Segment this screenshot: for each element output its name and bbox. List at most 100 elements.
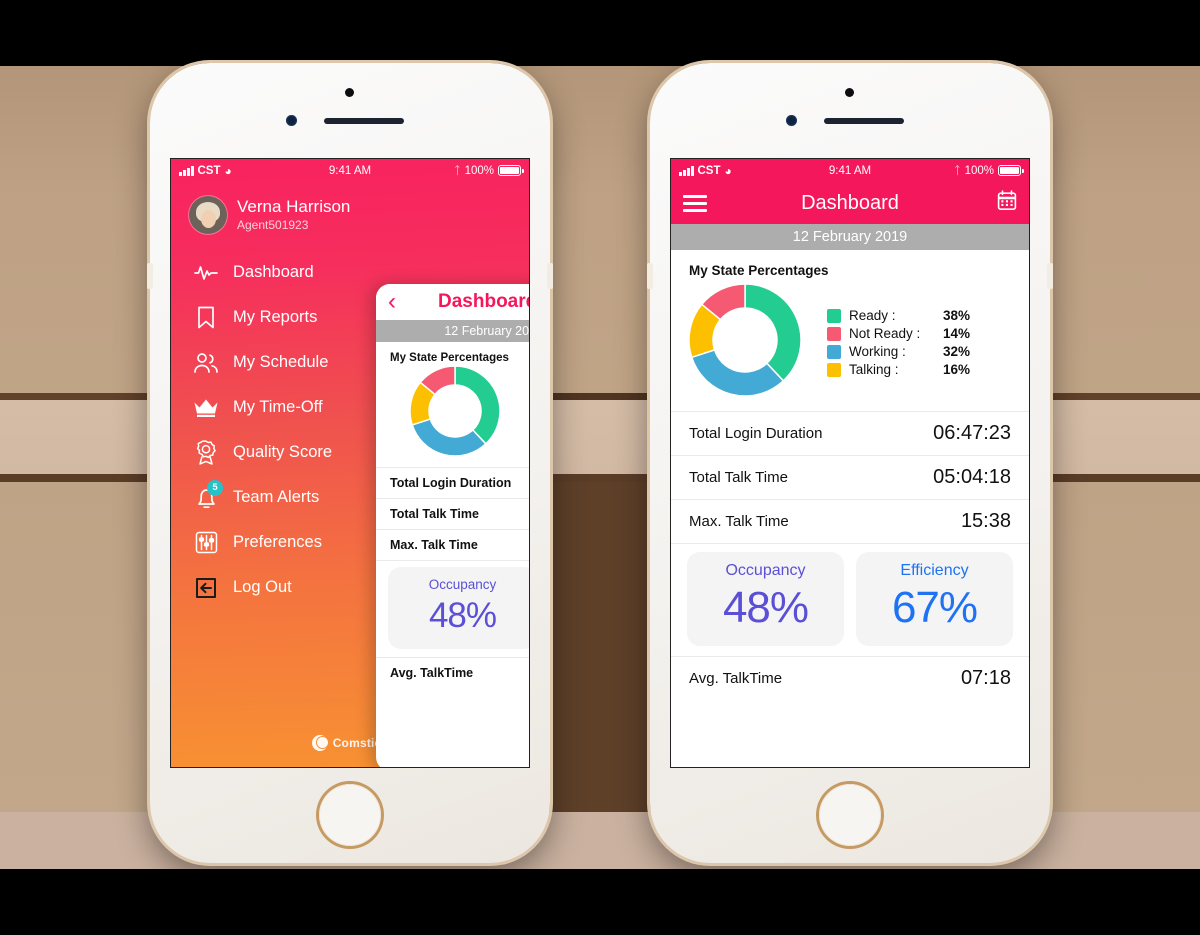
card-value: 48% bbox=[428, 596, 497, 635]
screen-left: CST ◕ 9:41 AM ᛏ 100% Verna Harrison Agen… bbox=[170, 158, 530, 768]
donut-slice-ready bbox=[454, 365, 501, 445]
legend-label: Talking : bbox=[849, 362, 899, 377]
date-bar[interactable]: 12 February 2019 bbox=[671, 224, 1029, 250]
people-icon bbox=[193, 350, 219, 376]
legend-item: Talking : 16% bbox=[827, 362, 970, 377]
occupancy-card[interactable]: Occupancy 48% bbox=[687, 552, 844, 646]
power-button[interactable] bbox=[1047, 263, 1053, 289]
earpiece-icon bbox=[324, 118, 404, 124]
sidebar-item-label: My Schedule bbox=[233, 353, 329, 371]
volume-button[interactable] bbox=[147, 263, 153, 289]
volume-button[interactable] bbox=[647, 263, 653, 289]
stat-row-total-talk-time: Total Talk Time 05:04:18 bbox=[671, 455, 1029, 499]
bluetooth-icon: ᛏ bbox=[453, 164, 461, 177]
earpiece-icon bbox=[824, 118, 904, 124]
home-button[interactable] bbox=[819, 784, 881, 846]
legend-swatch-ready bbox=[827, 308, 841, 323]
donut-slice-working bbox=[690, 348, 785, 397]
home-button[interactable] bbox=[319, 784, 381, 846]
stat-row-total-login-duration: Total Login Duration 06:47:23 bbox=[671, 411, 1029, 455]
bell-icon: 5 bbox=[193, 479, 223, 511]
card-label: Occupancy bbox=[725, 562, 806, 579]
dashboard-peek-panel[interactable]: ‹ Dashboard 12 February 2019 My State Pe… bbox=[376, 284, 530, 767]
legend-value: 14% bbox=[943, 326, 971, 341]
battery-percent: 100% bbox=[464, 164, 494, 177]
legend-swatch-not-ready bbox=[827, 326, 841, 341]
sidebar-item-label: My Time-Off bbox=[233, 398, 323, 416]
sidebar-item-label: Team Alerts bbox=[233, 488, 320, 506]
user-id: Agent501923 bbox=[237, 217, 309, 232]
state-percentages-donut-chart bbox=[688, 283, 802, 401]
hamburger-icon[interactable] bbox=[683, 194, 707, 212]
power-button[interactable] bbox=[547, 263, 553, 289]
stat-value: 15:38 bbox=[960, 510, 1011, 532]
legend-item: Not Ready : 14% bbox=[827, 326, 970, 341]
stat-row-avg-talktime: Avg. TalkTime 07:18 bbox=[671, 656, 1029, 700]
avatar bbox=[189, 196, 227, 234]
card-label: Occupancy bbox=[428, 577, 497, 592]
peek-metric-cards: Occupancy 48% bbox=[376, 560, 529, 657]
battery-icon bbox=[998, 165, 1024, 176]
efficiency-card[interactable]: Efficiency 67% bbox=[856, 552, 1013, 646]
card-value: 48% bbox=[722, 583, 809, 632]
sidebar-item-label: Preferences bbox=[233, 533, 322, 551]
section-title: My State Percentages bbox=[689, 263, 829, 278]
chart-legend: Ready : 38% Not Ready : 14% Working : 32… bbox=[827, 305, 970, 380]
legend-value: 38% bbox=[943, 308, 971, 323]
donut-slice-ready bbox=[744, 283, 802, 382]
front-camera-icon bbox=[786, 115, 797, 126]
sidebar-item-label: Log Out bbox=[233, 578, 292, 596]
crown-icon bbox=[193, 395, 219, 421]
front-camera-icon bbox=[286, 115, 297, 126]
state-percentages-donut-chart bbox=[409, 365, 529, 461]
legend-value: 32% bbox=[943, 344, 971, 359]
sliders-icon bbox=[193, 530, 219, 556]
battery-percent: 100% bbox=[964, 164, 994, 177]
page-title: Dashboard bbox=[801, 191, 899, 214]
award-icon bbox=[193, 440, 219, 466]
stat-value: 06:47:23 bbox=[933, 422, 1011, 444]
alerts-badge: 5 bbox=[207, 479, 223, 496]
phone-left: CST ◕ 9:41 AM ᛏ 100% Verna Harrison Agen… bbox=[147, 63, 553, 863]
legend-item: Ready : 38% bbox=[827, 308, 970, 323]
stat-value: 05:04:18 bbox=[933, 466, 1011, 488]
legend-label: Not Ready : bbox=[849, 326, 921, 341]
sidebar-item-label: My Reports bbox=[233, 308, 318, 326]
metric-cards: Occupancy 48% Efficiency 67% bbox=[671, 543, 1029, 656]
stat-label: Total Login Duration bbox=[390, 476, 512, 490]
sidebar-item-label: Quality Score bbox=[233, 443, 333, 461]
stat-label: Total Login Duration bbox=[689, 425, 823, 442]
peek-navbar: ‹ Dashboard bbox=[376, 284, 530, 320]
stat-label: Avg. TalkTime bbox=[689, 670, 783, 687]
legend-label: Working : bbox=[849, 344, 906, 359]
card-label: Efficiency bbox=[900, 562, 969, 579]
occupancy-card[interactable]: Occupancy 48% bbox=[388, 567, 529, 649]
app-navbar: Dashboard bbox=[671, 182, 1029, 224]
legend-value: 16% bbox=[943, 362, 971, 377]
user-profile[interactable]: Verna Harrison Agent501923 bbox=[171, 182, 529, 234]
screen-right: CST ◕ 9:41 AM ᛏ 100% Dashboard 12 Februa… bbox=[670, 158, 1030, 768]
status-bar: CST ◕ 9:41 AM ᛏ 100% bbox=[671, 159, 1029, 182]
legend-item: Working : 32% bbox=[827, 344, 970, 359]
stat-label: Max. Talk Time bbox=[390, 538, 478, 552]
legend-swatch-talking bbox=[827, 362, 841, 377]
phone-right: CST ◕ 9:41 AM ᛏ 100% Dashboard 12 Februa… bbox=[647, 63, 1053, 863]
chevron-left-icon[interactable]: ‹ bbox=[388, 290, 396, 314]
stat-label: Avg. TalkTime bbox=[390, 666, 474, 680]
battery-icon bbox=[498, 165, 524, 176]
card-value: 67% bbox=[891, 583, 978, 632]
donut-slice-working bbox=[411, 418, 487, 457]
status-bar: CST ◕ 9:41 AM ᛏ 100% bbox=[171, 159, 529, 182]
proximity-sensor-icon bbox=[845, 88, 854, 97]
bookmark-icon bbox=[193, 305, 219, 331]
proximity-sensor-icon bbox=[345, 88, 354, 97]
pulse-icon bbox=[193, 260, 219, 286]
logout-icon bbox=[193, 575, 219, 601]
legend-label: Ready : bbox=[849, 308, 896, 323]
peek-stat-row: Total Login Duration bbox=[376, 467, 529, 498]
peek-title: Dashboard bbox=[438, 291, 530, 312]
stat-value: 07:18 bbox=[960, 667, 1011, 689]
calendar-icon[interactable] bbox=[997, 190, 1017, 216]
peek-stat-row: Max. Talk Time bbox=[376, 529, 529, 560]
peek-footer-stat: Avg. TalkTime bbox=[376, 657, 529, 688]
